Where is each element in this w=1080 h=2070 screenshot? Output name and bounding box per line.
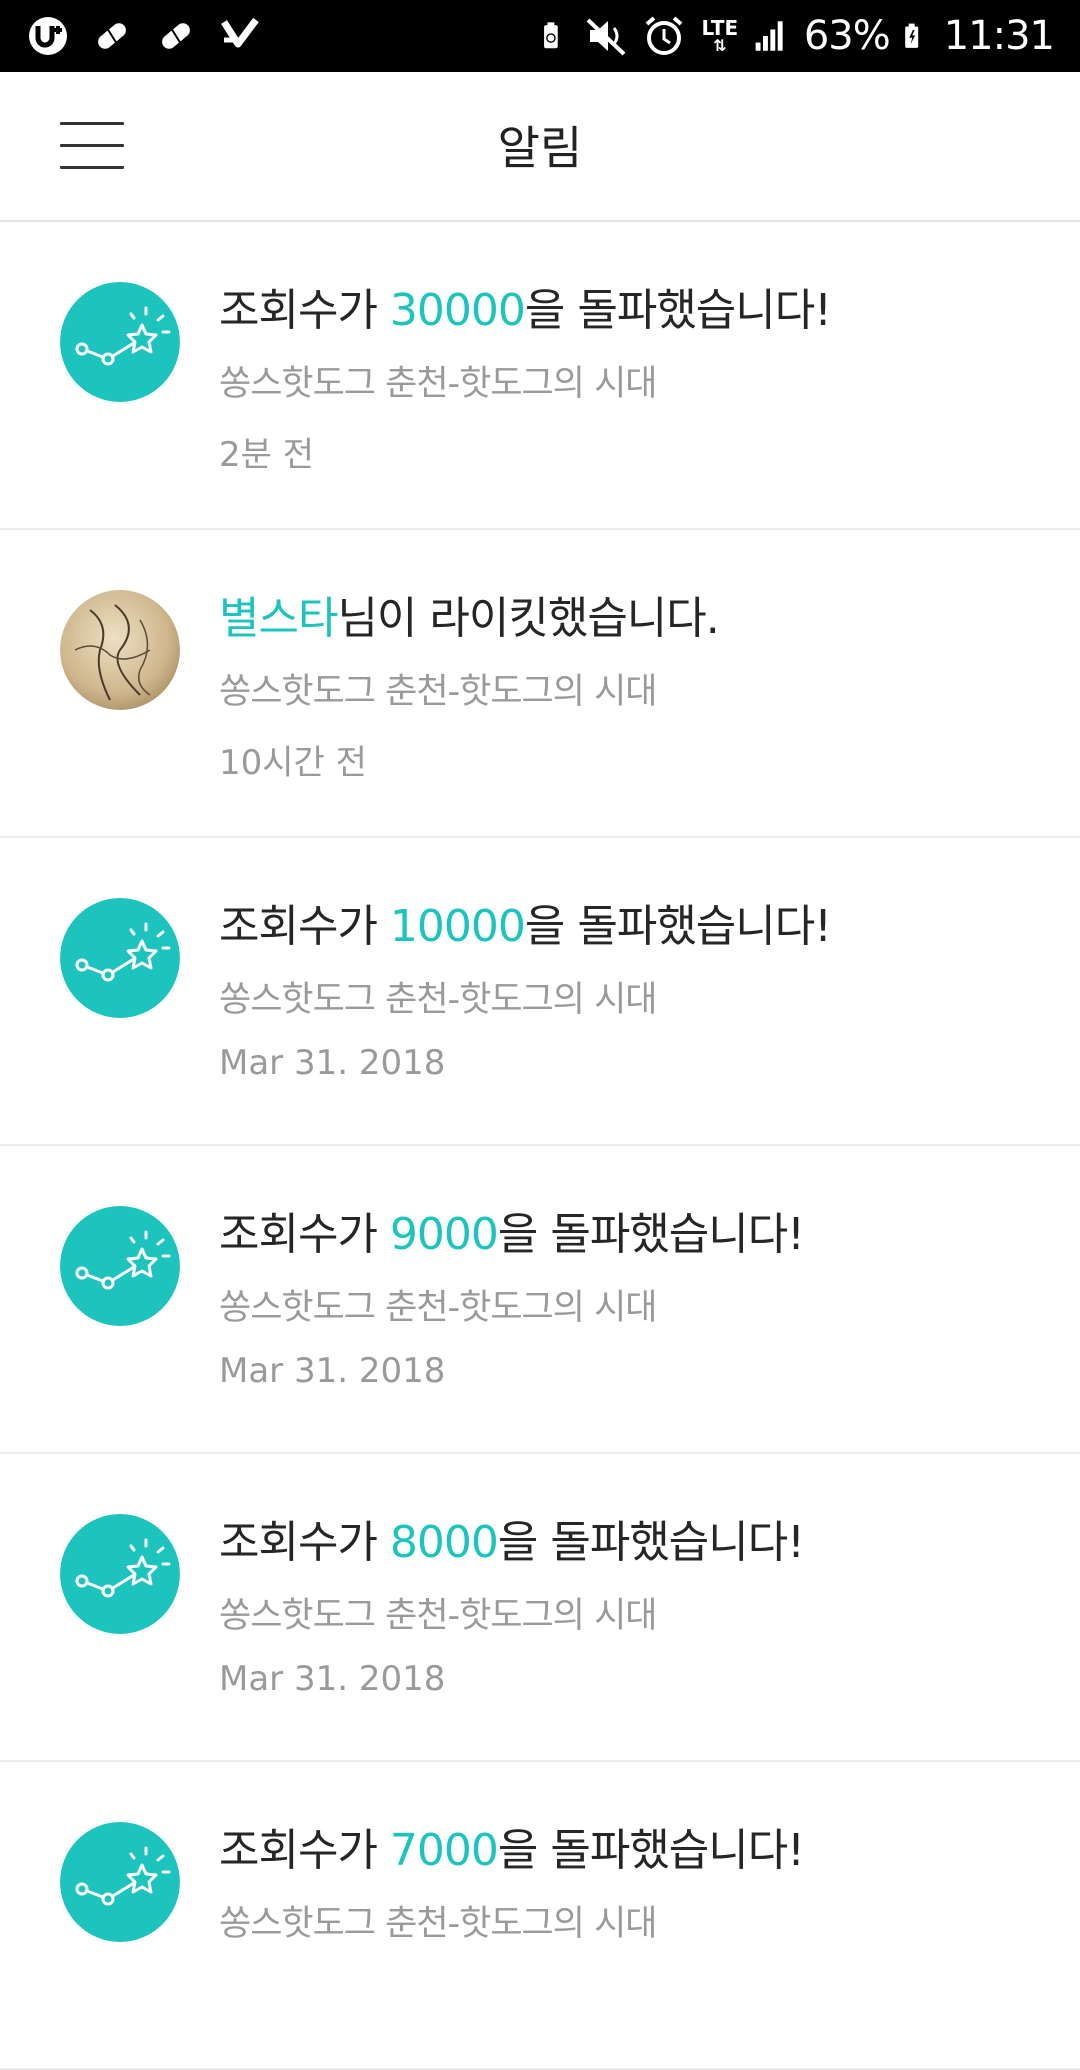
title-suffix: 님이 라이킷했습니다.: [337, 593, 719, 644]
notification-article-title: 쏭스핫도그 춘천-핫도그의 시대: [219, 1288, 657, 1328]
notification-item[interactable]: 조회수가 30000을 돌파했습니다! 쏭스핫도그 춘천-핫도그의 시대 2분 전: [0, 222, 1080, 530]
milestone-avatar: [60, 1514, 180, 1634]
notification-title: 조회수가 8000을 돌파했습니다!: [219, 1506, 805, 1570]
trend-chart-star-icon: [60, 1514, 180, 1634]
notification-item[interactable]: 조회수가 9000을 돌파했습니다! 쏭스핫도그 춘천-핫도그의 시대 Mar 31…: [0, 1146, 1080, 1454]
milestone-avatar: [60, 1206, 180, 1326]
trend-chart-star-icon: [60, 1822, 180, 1942]
lte-icon: LTE ⇅: [701, 16, 739, 55]
notification-item[interactable]: 조회수가 8000을 돌파했습니다! 쏭스핫도그 춘천-핫도그의 시대 Mar 31…: [0, 1454, 1080, 1762]
notification-time: Mar 31. 2018: [219, 1659, 446, 1699]
status-bar-system: LTE ⇅ 63% 11:31: [540, 10, 1055, 62]
title-suffix: 을 돌파했습니다!: [497, 1517, 805, 1568]
view-count: 30000: [389, 285, 526, 336]
view-count: 7000: [389, 1825, 499, 1876]
notification-title: 별스타님이 라이킷했습니다.: [219, 582, 720, 646]
u-plus-icon: [29, 17, 67, 55]
title-prefix: 조회수가: [219, 1517, 390, 1568]
title-prefix: 조회수가: [219, 901, 390, 952]
trend-chart-star-icon: [60, 898, 180, 1018]
view-count: 8000: [389, 1517, 499, 1568]
app-bar: 알림: [0, 72, 1080, 222]
notification-item[interactable]: 별스타님이 라이킷했습니다. 쏭스핫도그 춘천-핫도그의 시대 10시간 전: [0, 530, 1080, 838]
milestone-avatar: [60, 898, 180, 1018]
trend-chart-star-icon: [60, 282, 180, 402]
notification-time: Mar 31. 2018: [219, 1043, 446, 1083]
title-suffix: 을 돌파했습니다!: [497, 1825, 805, 1876]
milestone-avatar: [60, 282, 180, 402]
title-prefix: 조회수가: [219, 1209, 390, 1260]
status-bar-notifications: [26, 14, 262, 58]
title-prefix: 조회수가: [219, 285, 390, 336]
notification-item[interactable]: 조회수가 7000을 돌파했습니다! 쏭스핫도그 춘천-핫도그의 시대: [0, 1762, 1080, 2070]
notification-time: 2분 전: [219, 435, 314, 475]
user-name-link[interactable]: 별스타: [219, 593, 338, 644]
pill-icon: [162, 23, 190, 49]
checkmark-icon: [221, 17, 259, 48]
notification-article-title: 쏭스핫도그 춘천-핫도그의 시대: [219, 980, 657, 1020]
battery-saver-icon: [543, 22, 558, 49]
alarm-icon: [645, 16, 683, 55]
battery-icon: [904, 23, 918, 48]
title-suffix: 을 돌파했습니다!: [524, 285, 832, 336]
notification-title: 조회수가 10000을 돌파했습니다!: [219, 890, 832, 954]
notification-time: Mar 31. 2018: [219, 1351, 446, 1391]
notification-time: 10시간 전: [219, 743, 367, 783]
notification-title: 조회수가 30000을 돌파했습니다!: [219, 274, 832, 338]
trend-chart-star-icon: [60, 1206, 180, 1326]
mute-icon: [586, 18, 626, 56]
title-suffix: 을 돌파했습니다!: [524, 901, 832, 952]
signal-icon: [755, 21, 783, 51]
notification-article-title: 쏭스핫도그 춘천-핫도그의 시대: [219, 364, 657, 404]
view-count: 10000: [389, 901, 526, 952]
view-count: 9000: [389, 1209, 499, 1260]
notification-article-title: 쏭스핫도그 춘천-핫도그의 시대: [219, 1596, 657, 1636]
notification-article-title: 쏭스핫도그 춘천-핫도그의 시대: [219, 1904, 657, 1944]
title-suffix: 을 돌파했습니다!: [497, 1209, 805, 1260]
notification-item[interactable]: 조회수가 10000을 돌파했습니다! 쏭스핫도그 춘천-핫도그의 시대 Mar 3…: [0, 838, 1080, 1146]
notification-list: 조회수가 30000을 돌파했습니다! 쏭스핫도그 춘천-핫도그의 시대 2분 전 …: [0, 222, 1080, 2070]
pill-icon: [98, 23, 126, 49]
clock: 11:31: [943, 13, 1055, 59]
page-title: 알림: [497, 121, 583, 175]
notification-article-title: 쏭스핫도그 춘천-핫도그의 시대: [219, 672, 657, 712]
notification-title: 조회수가 9000을 돌파했습니다!: [219, 1198, 805, 1262]
notification-title: 조회수가 7000을 돌파했습니다!: [219, 1814, 805, 1878]
user-avatar: [60, 590, 180, 710]
title-prefix: 조회수가: [219, 1825, 390, 1876]
milestone-avatar: [60, 1822, 180, 1942]
status-bar: LTE ⇅ 63% 11:31: [0, 0, 1080, 72]
battery-percent: 63%: [803, 13, 891, 59]
user-avatar: [60, 590, 180, 710]
